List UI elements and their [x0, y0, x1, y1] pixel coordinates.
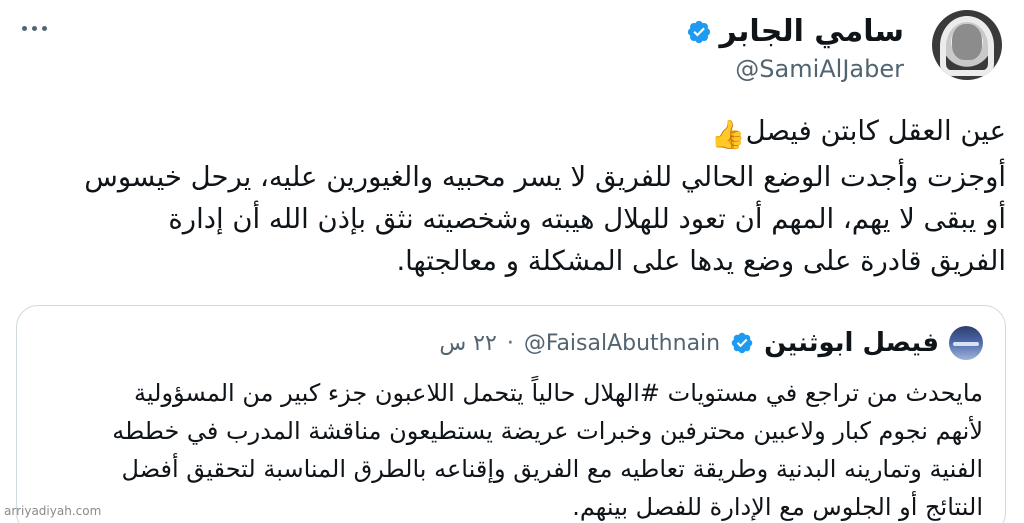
quoted-tweet-line: لأنهم نجوم كبار ولاعبين محترفين وخبرات ع…: [112, 417, 983, 445]
tweet-line: عين العقل كابتن فيصل👍: [16, 110, 1006, 156]
quoted-tweet-text: مايحدث من تراجع في مستويات #الهلال حاليا…: [33, 374, 983, 523]
author-avatar[interactable]: [932, 10, 1002, 80]
author-display-name[interactable]: سامي الجابر: [720, 12, 905, 52]
more-options-icon[interactable]: [22, 18, 52, 38]
author-handle[interactable]: @SamiAlJaber: [686, 54, 904, 84]
tweet-line: الفريق قادرة على وضع يدها على المشكلة و …: [396, 245, 1006, 277]
tweet-text: عين العقل كابتن فيصل👍 أوجزت وأجدت الوضع …: [16, 110, 1006, 282]
thumbs-up-emoji-icon: 👍: [710, 118, 746, 151]
source-watermark: arriyadiyah.com: [4, 504, 102, 518]
separator-dot: ·: [506, 330, 514, 356]
verified-badge-icon: [687, 20, 710, 44]
quoted-tweet-card[interactable]: فيصل ابوثنين @FaisalAbuthnain · ٢٢ س ماي…: [16, 305, 1006, 523]
tweet-line: أو يبقى لا يهم، المهم أن تعود للهلال هيب…: [168, 203, 1006, 235]
quoted-tweet-line: مايحدث من تراجع في مستويات #الهلال حاليا…: [134, 379, 983, 407]
author-info[interactable]: سامي الجابر @SamiAlJaber: [686, 12, 905, 84]
quoted-tweet-header: فيصل ابوثنين @FaisalAbuthnain · ٢٢ س: [439, 326, 983, 360]
tweet-line: أوجزت وأجدت الوضع الحالي للفريق لا يسر م…: [84, 161, 1006, 193]
quoted-tweet-line: النتائج أو الجلوس مع الإدارة للفصل بينهم…: [572, 493, 983, 521]
verified-badge-icon: [731, 332, 753, 354]
quoted-author-avatar[interactable]: [949, 326, 983, 360]
quoted-author-handle[interactable]: @FaisalAbuthnain: [524, 331, 720, 356]
tweet-header: سامي الجابر @SamiAlJaber: [22, 8, 1002, 84]
quoted-author-display-name[interactable]: فيصل ابوثنين: [764, 328, 939, 358]
quoted-tweet-timestamp[interactable]: ٢٢ س: [439, 331, 497, 356]
quoted-tweet-line: الفنية وتمارينه البدنية وطريقة تعاطيه مع…: [121, 455, 983, 483]
